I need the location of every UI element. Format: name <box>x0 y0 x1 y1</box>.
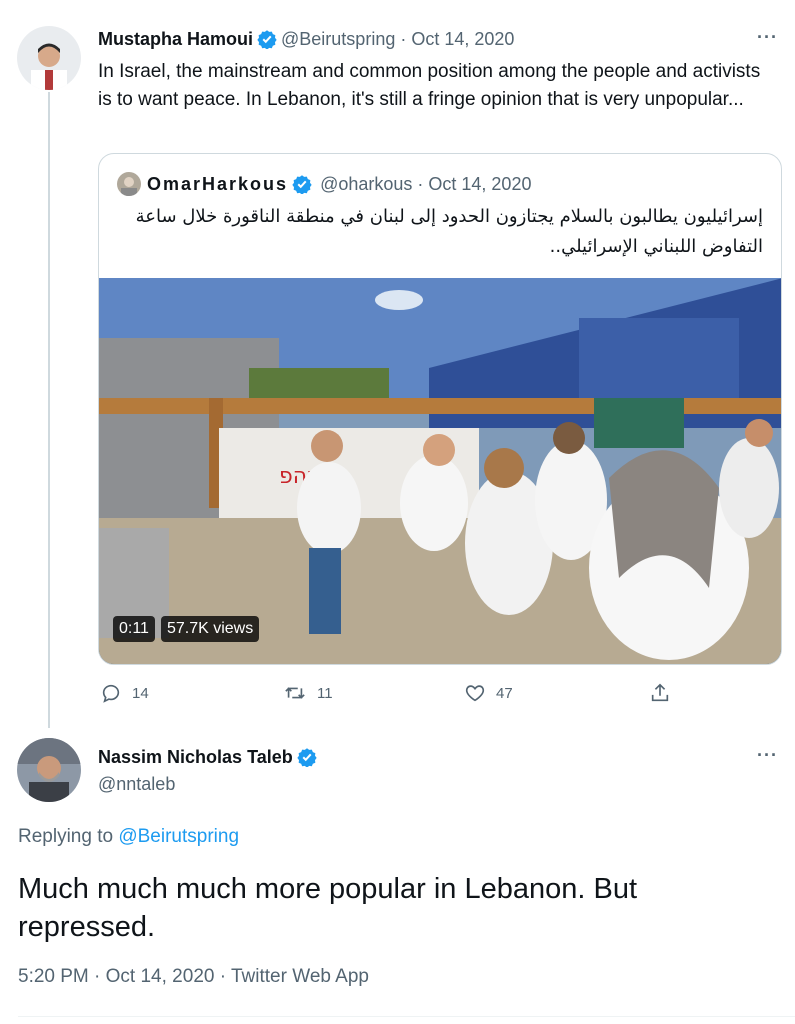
divider <box>18 1016 795 1017</box>
video-time: 0:11 <box>113 616 155 642</box>
replying-to: Replying to @Beirutspring <box>18 826 239 848</box>
tweet-date[interactable]: Oct 14, 2020 <box>106 966 215 987</box>
separator-dot: · <box>219 966 227 987</box>
separator-dot: · <box>417 173 424 194</box>
replying-to-handle-link[interactable]: @Beirutspring <box>118 826 239 847</box>
separator-dot: · <box>400 29 407 49</box>
quoted-author-name: OmarHarkous <box>147 173 289 194</box>
replying-to-label: Replying to <box>18 826 114 847</box>
quoted-avatar <box>117 172 141 196</box>
share-button[interactable] <box>649 682 681 704</box>
tweet-time[interactable]: 5:20 PM <box>18 966 89 987</box>
tweet-metadata: 5:20 PM · Oct 14, 2020 · Twitter Web App <box>18 966 369 988</box>
retweet-count: 11 <box>317 684 333 702</box>
verified-badge-icon <box>297 747 317 768</box>
quoted-tweet-text: إسرائيليون يطالبون بالسلام يجتازون الحدو… <box>135 206 763 257</box>
verified-badge-icon <box>292 174 312 195</box>
tweet-source[interactable]: Twitter Web App <box>231 966 369 987</box>
separator-dot: · <box>94 966 101 987</box>
heart-icon <box>465 685 485 702</box>
author-handle[interactable]: @nntaleb <box>98 773 175 795</box>
video-meta: 0:11 57.7K views <box>113 616 260 642</box>
main-tweet-header: Nassim Nicholas Taleb <box>98 746 321 768</box>
quoted-tweet-date: Oct 14, 2020 <box>428 173 532 194</box>
author-handle[interactable]: @Beirutspring <box>281 28 395 50</box>
reply-button[interactable]: 14 <box>100 682 149 704</box>
quoted-author-handle: @oharkous <box>320 173 413 194</box>
more-options-icon[interactable]: ··· <box>757 745 778 766</box>
more-options-icon[interactable]: ··· <box>757 27 778 48</box>
reply-count: 14 <box>132 684 149 702</box>
video-frame: מהפ <box>99 278 781 664</box>
verified-badge-icon <box>257 29 277 50</box>
author-name[interactable]: Mustapha Hamoui <box>98 28 253 50</box>
avatar-nassim[interactable] <box>17 738 81 802</box>
tweet-actions: 14 11 47 <box>100 682 680 706</box>
quoted-tweet[interactable]: OmarHarkous @oharkous · Oct 14, 2020 إسر… <box>98 153 782 665</box>
tweet-date[interactable]: Oct 14, 2020 <box>411 28 514 50</box>
thread-line <box>48 92 50 728</box>
video-player[interactable]: מהפ 0:11 57.7K views <box>99 278 781 664</box>
like-count: 47 <box>496 684 513 702</box>
share-icon <box>651 683 669 702</box>
main-tweet-text: Much much much more popular in Lebanon. … <box>18 873 638 943</box>
retweet-button[interactable]: 11 <box>283 682 333 704</box>
quoted-tweet-header: OmarHarkous @oharkous · Oct 14, 2020 <box>117 172 531 196</box>
retweet-icon <box>285 687 305 699</box>
tweet-text: In Israel, the mainstream and common pos… <box>98 61 761 110</box>
reply-icon <box>102 684 120 703</box>
like-button[interactable]: 47 <box>464 682 513 704</box>
first-tweet-header: Mustapha Hamoui @Beirutspring · Oct 14, … <box>98 28 514 50</box>
author-name[interactable]: Nassim Nicholas Taleb <box>98 746 293 768</box>
avatar-mustapha[interactable] <box>17 26 81 90</box>
video-views: 57.7K views <box>160 616 260 642</box>
